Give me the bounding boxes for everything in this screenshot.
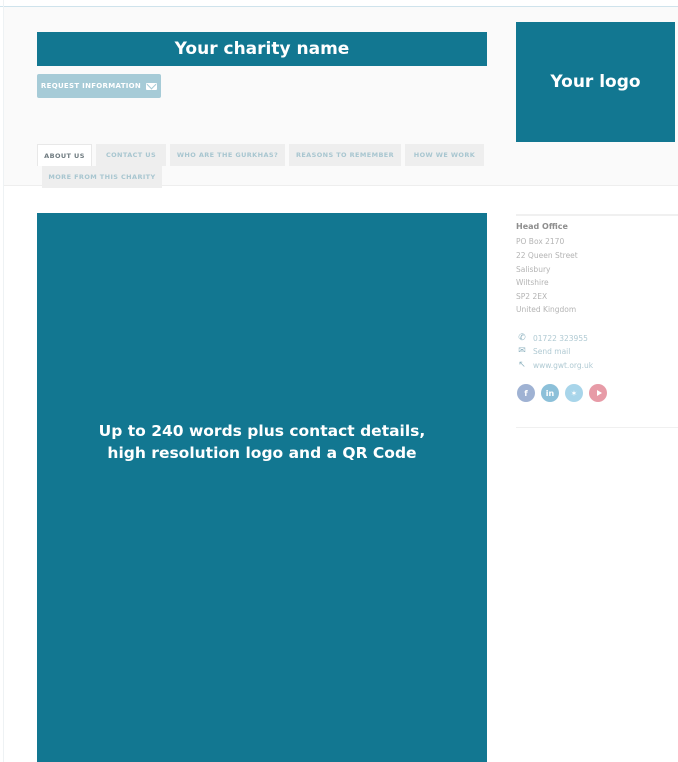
- address-line: 22 Queen Street: [516, 251, 578, 260]
- address-line: Wiltshire: [516, 278, 549, 287]
- phone-number: 01722 323955: [533, 333, 588, 343]
- website-url: www.gwt.org.uk: [533, 360, 594, 370]
- address-line: United Kingdom: [516, 305, 577, 314]
- phone-row[interactable]: ✆ 01722 323955: [517, 333, 588, 343]
- twitter-icon[interactable]: ✶: [565, 384, 583, 402]
- address-line: SP2 2EX: [516, 292, 548, 301]
- address-line: PO Box 2170: [516, 237, 565, 246]
- request-information-button[interactable]: REQUEST INFORMATION: [37, 74, 161, 98]
- content-line-2: high resolution logo and a QR Code: [107, 444, 417, 462]
- website-link[interactable]: ↖ www.gwt.org.uk: [517, 360, 593, 370]
- facebook-icon[interactable]: f: [517, 384, 535, 402]
- mail-icon: ✉: [518, 346, 526, 356]
- tab-about-us[interactable]: ABOUT US: [37, 144, 92, 166]
- charity-name-banner: Your charity name: [37, 32, 487, 66]
- sidebar-divider-top: [516, 214, 678, 216]
- envelope-icon: [146, 82, 158, 90]
- youtube-icon[interactable]: [589, 384, 607, 402]
- sidebar-divider-bottom: [516, 427, 678, 428]
- content-line-1: Up to 240 words plus contact details,: [98, 422, 426, 440]
- phone-icon: ✆: [518, 333, 526, 343]
- logo-placeholder: Your logo: [516, 22, 675, 142]
- tab-reasons-to-remember[interactable]: REASONS TO REMEMBER: [289, 144, 401, 166]
- tab-how-we-work[interactable]: HOW WE WORK: [405, 144, 484, 166]
- tab-more-from-this-charity[interactable]: MORE FROM THIS CHARITY: [42, 166, 162, 188]
- tab-who-are-the-gurkhas[interactable]: WHO ARE THE GURKHAS?: [170, 144, 285, 166]
- cursor-icon: ↖: [518, 360, 526, 370]
- send-mail-label: Send mail: [533, 346, 571, 356]
- head-office-title: Head Office: [516, 222, 568, 231]
- content-placeholder: Up to 240 words plus contact details, hi…: [37, 213, 487, 762]
- send-mail-link[interactable]: ✉ Send mail: [517, 346, 570, 356]
- tab-contact-us[interactable]: CONTACT US: [96, 144, 166, 166]
- request-information-label: REQUEST INFORMATION: [40, 82, 142, 90]
- linkedin-icon[interactable]: in: [541, 384, 559, 402]
- address-line: Salisbury: [516, 265, 551, 274]
